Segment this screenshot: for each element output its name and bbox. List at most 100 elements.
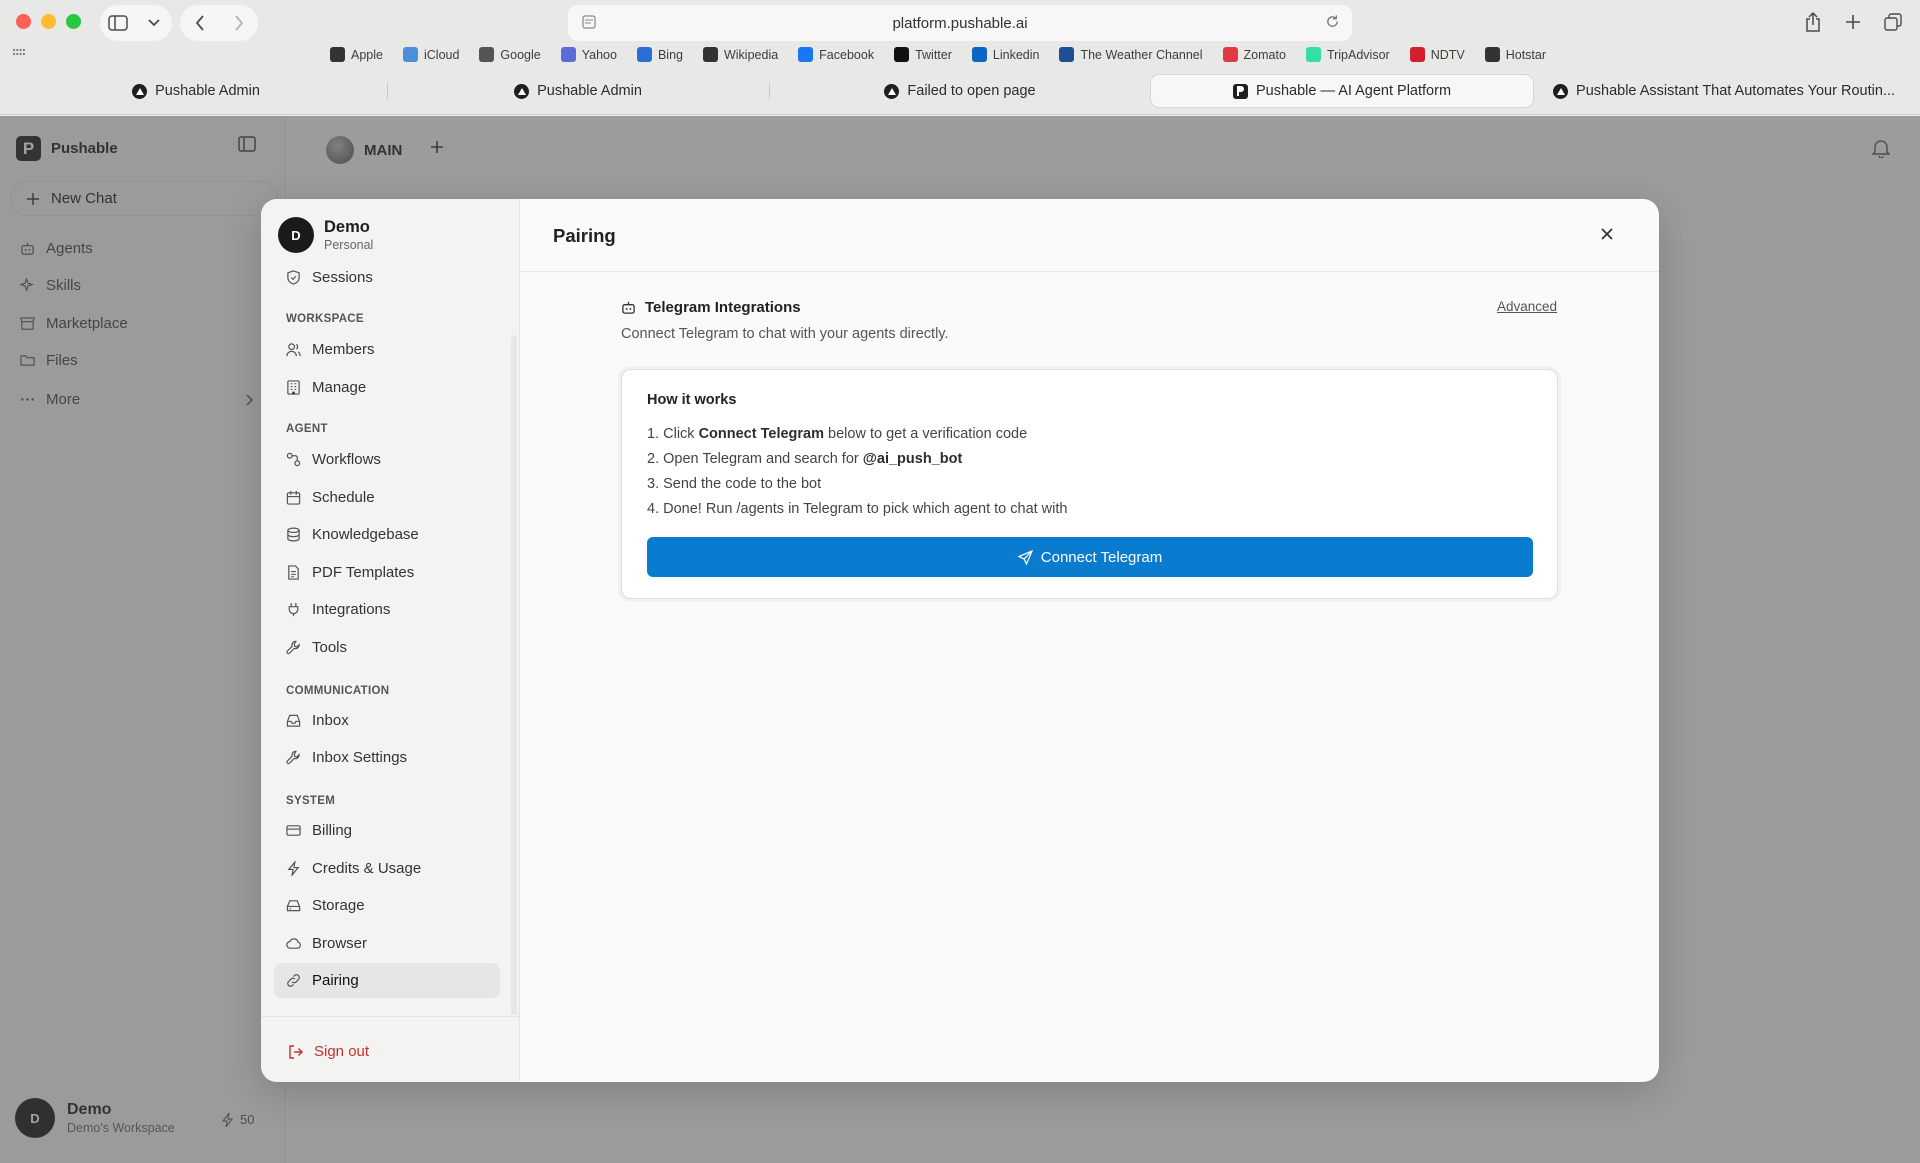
link-icon: [287, 974, 300, 987]
favorite-label: The Weather Channel: [1080, 47, 1203, 62]
settings-item-billing[interactable]: Billing: [274, 813, 500, 848]
favorite-link[interactable]: iCloud: [402, 47, 460, 62]
settings-item-inbox[interactable]: Inbox: [274, 703, 500, 738]
settings-item-sessions[interactable]: Sessions: [274, 260, 500, 295]
reload-icon[interactable]: [1325, 14, 1340, 33]
favorite-link[interactable]: Hotstar: [1484, 47, 1546, 62]
settings-item-schedule[interactable]: Schedule: [274, 480, 500, 515]
bot-icon: [622, 301, 635, 314]
credit-card-icon: [286, 825, 301, 836]
section-heading-workspace: WORKSPACE: [286, 313, 364, 325]
favorite-label: Linkedin: [992, 47, 1040, 62]
favorite-label: iCloud: [423, 47, 460, 62]
settings-sidebar-scrollbar[interactable]: [511, 335, 517, 1015]
new-tab-icon[interactable]: [1836, 5, 1870, 39]
settings-item-label: Tools: [312, 639, 348, 656]
apps-grid-icon[interactable]: [12, 48, 26, 61]
browser-tab[interactable]: Pushable Admin: [387, 75, 769, 107]
pushable-triangle-icon: [132, 83, 148, 99]
tab-overview-icon[interactable]: [1876, 5, 1910, 39]
settings-item-browser[interactable]: Browser: [274, 926, 500, 961]
site-settings-icon[interactable]: [582, 15, 596, 33]
connect-telegram-button[interactable]: Connect Telegram: [647, 537, 1533, 577]
section-heading-agent: AGENT: [286, 423, 328, 435]
hotstar-icon: [1484, 47, 1500, 62]
forward-icon[interactable]: [225, 9, 253, 37]
settings-item-integrations[interactable]: Integrations: [274, 592, 500, 627]
settings-item-label: Workflows: [312, 451, 381, 468]
settings-item-pairing[interactable]: Pairing: [274, 963, 500, 998]
settings-item-label: Schedule: [312, 489, 375, 506]
favorite-label: Wikipedia: [723, 47, 779, 62]
settings-item-tools[interactable]: Tools: [274, 630, 500, 665]
favorite-link[interactable]: Yahoo: [560, 47, 617, 62]
sidebar-icon[interactable]: [104, 9, 132, 37]
address-bar[interactable]: platform.pushable.ai: [568, 5, 1352, 41]
integration-heading: Telegram Integrations: [621, 299, 801, 316]
favorite-link[interactable]: Wikipedia: [702, 47, 779, 62]
browser-tab[interactable]: Pushable Admin: [5, 75, 387, 107]
favorite-link[interactable]: Apple: [330, 47, 383, 62]
send-icon: [1017, 549, 1033, 565]
settings-item-label: Inbox: [312, 712, 349, 729]
back-icon[interactable]: [186, 9, 214, 37]
favorite-link[interactable]: Bing: [636, 47, 683, 62]
close-window-button[interactable]: [16, 14, 31, 29]
zoom-window-button[interactable]: [66, 14, 81, 29]
favorite-link[interactable]: Google: [479, 47, 541, 62]
browser-tab[interactable]: Pushable Assistant That Automates Your R…: [1533, 75, 1915, 107]
favorite-link[interactable]: NDTV: [1409, 47, 1465, 62]
favorite-link[interactable]: TripAdvisor: [1305, 47, 1390, 62]
settings-item-label: Manage: [312, 379, 367, 396]
workflow-icon: [286, 452, 301, 467]
pushable-triangle-icon: [884, 83, 900, 99]
building-icon: [287, 380, 300, 395]
settings-item-label: Browser: [312, 935, 368, 952]
favorite-link[interactable]: Facebook: [798, 47, 874, 62]
favorite-link[interactable]: Linkedin: [971, 47, 1040, 62]
settings-item-credits-usage[interactable]: Credits & Usage: [274, 851, 500, 886]
inbox-icon: [286, 714, 301, 727]
step-item: 3. Send the code to the bot: [647, 476, 822, 492]
tripadvisor-icon: [1305, 47, 1321, 62]
url-text: platform.pushable.ai: [892, 14, 1028, 32]
settings-item-inbox-settings[interactable]: Inbox Settings: [274, 740, 500, 775]
toolbar-right: [1796, 5, 1910, 39]
browser-tab-active[interactable]: Pushable — AI Agent Platform: [1151, 75, 1533, 107]
settings-item-knowledgebase[interactable]: Knowledgebase: [274, 517, 500, 552]
weather-icon: [1059, 47, 1075, 62]
settings-item-pdf-templates[interactable]: PDF Templates: [274, 555, 500, 590]
hard-drive-icon: [286, 900, 301, 912]
linkedin-icon: [971, 47, 987, 62]
favorite-label: Facebook: [819, 47, 875, 62]
settings-item-workflows[interactable]: Workflows: [274, 442, 500, 477]
advanced-link[interactable]: Advanced: [1497, 299, 1557, 314]
calendar-icon: [286, 490, 301, 505]
favorite-link[interactable]: Zomato: [1222, 47, 1286, 62]
settings-item-label: Storage: [312, 897, 365, 914]
settings-item-storage[interactable]: Storage: [274, 888, 500, 923]
tab-bar: Pushable Admin Pushable Admin Failed to …: [5, 75, 1915, 107]
share-icon[interactable]: [1796, 5, 1830, 39]
settings-item-members[interactable]: Members: [274, 332, 500, 367]
sign-out-button[interactable]: Sign out: [288, 1043, 369, 1060]
settings-sidebar-divider: [261, 1016, 520, 1017]
tab-label: Pushable Admin: [537, 83, 642, 99]
org-name: Demo: [324, 218, 370, 236]
shield-check-icon: [287, 270, 300, 285]
minimize-window-button[interactable]: [41, 14, 56, 29]
org-switcher[interactable]: D Demo Personal: [278, 217, 373, 253]
step-item: 1. Click Connect Telegram below to get a…: [647, 426, 1028, 442]
pushable-triangle-icon: [1553, 83, 1569, 99]
settings-item-manage[interactable]: Manage: [274, 370, 500, 405]
favorite-link[interactable]: Twitter: [894, 47, 952, 62]
bolt-icon: [287, 861, 300, 876]
close-icon[interactable]: [1600, 227, 1614, 246]
chevron-down-icon[interactable]: [140, 9, 168, 37]
browser-tab[interactable]: Failed to open page: [769, 75, 1151, 107]
integration-title: Telegram Integrations: [645, 299, 801, 316]
favorite-label: Apple: [351, 47, 383, 62]
favorite-link[interactable]: The Weather Channel: [1059, 47, 1203, 62]
settings-item-label: Credits & Usage: [312, 860, 422, 877]
users-icon: [286, 343, 301, 357]
